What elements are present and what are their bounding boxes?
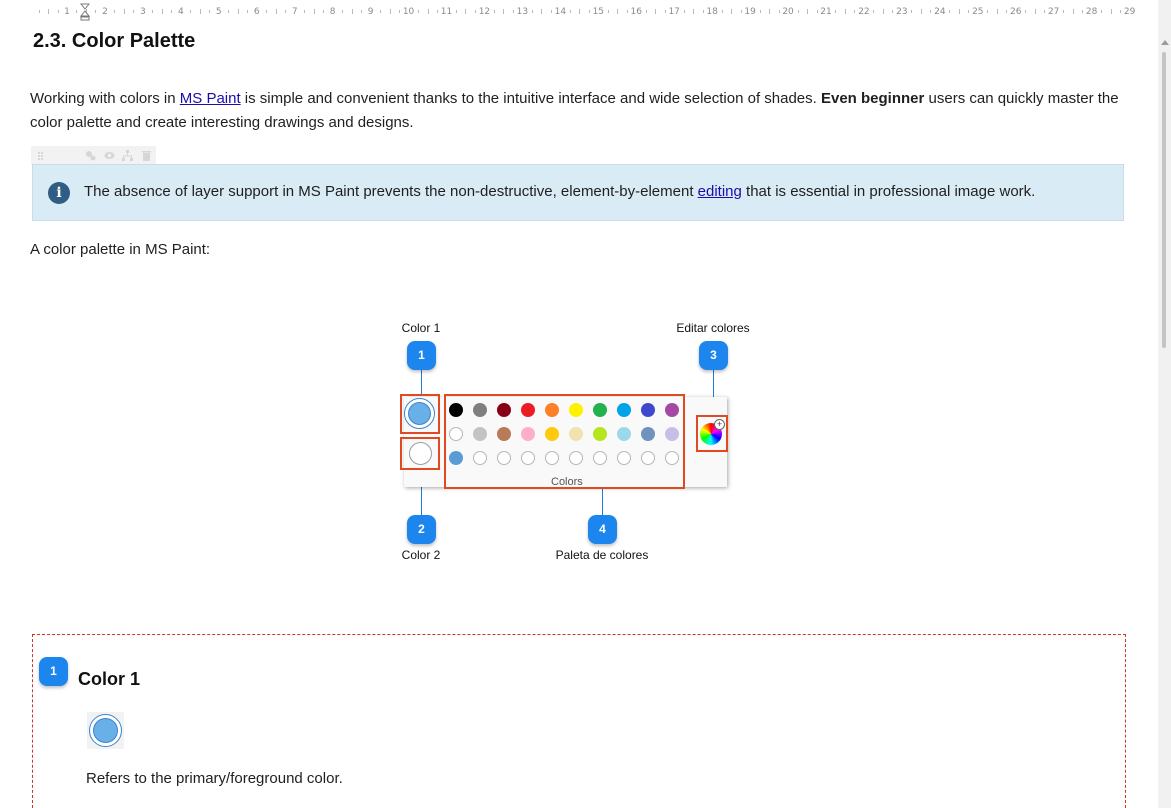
color-1-thumbnail	[87, 712, 124, 749]
badge-2[interactable]: 2	[407, 515, 436, 544]
label-color-2: Color 2	[401, 548, 441, 562]
thumbnail-fill	[93, 718, 118, 743]
section-badge-1[interactable]: 1	[39, 657, 68, 686]
badge-1[interactable]: 1	[407, 341, 436, 370]
highlight-edit-colors	[696, 415, 728, 452]
scrollbar-thumb[interactable]	[1162, 52, 1166, 348]
highlight-color-1	[400, 394, 440, 434]
badge-3[interactable]: 3	[699, 341, 728, 370]
callout-title: Color 1	[78, 669, 141, 689]
callout-description: Refers to the primary/foreground color.	[86, 770, 343, 787]
highlight-color-2	[400, 437, 440, 470]
label-edit-colors: Editar colores	[676, 321, 750, 335]
badge-4[interactable]: 4	[588, 515, 617, 544]
label-palette: Paleta de colores	[555, 548, 649, 562]
label-color-1: Color 1	[401, 321, 441, 335]
callout-line-4	[602, 489, 603, 515]
scroll-up-arrow-icon[interactable]	[1161, 40, 1169, 45]
highlight-palette	[444, 394, 685, 489]
callout-line-1	[421, 368, 422, 396]
